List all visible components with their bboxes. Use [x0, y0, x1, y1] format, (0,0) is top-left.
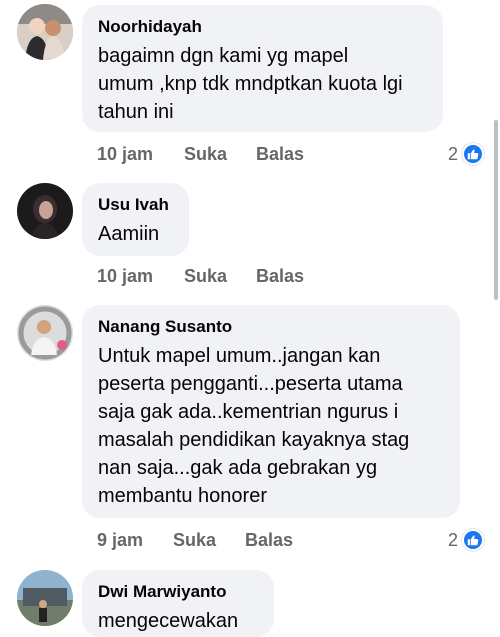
comment-text: Untuk mapel umum..jangan kan peserta pen… [98, 345, 410, 507]
reply-button[interactable]: Balas [256, 142, 304, 166]
comment-author[interactable]: Nanang Susanto [98, 316, 444, 338]
avatar-photo [17, 4, 73, 60]
reaction-number: 2 [447, 529, 458, 550]
comment-bubble: Noorhidayah bagaimn dgn kami yg mapel um… [82, 5, 443, 132]
like-button[interactable]: Suka [184, 264, 227, 288]
avatar-photo [17, 570, 73, 626]
comment-time[interactable]: 9 jam [97, 528, 143, 552]
avatar[interactable] [17, 570, 73, 626]
comment-text: Aamiin [98, 223, 160, 245]
reply-button[interactable]: Balas [256, 264, 304, 288]
reaction-count[interactable]: 2 [448, 141, 484, 167]
comment-bubble: Nanang Susanto Untuk mapel umum..jangan … [82, 305, 460, 518]
scrollbar[interactable] [494, 120, 498, 300]
comment-text: mengecewakan [98, 610, 239, 632]
reaction-number: 2 [447, 143, 458, 164]
avatar[interactable] [17, 305, 73, 361]
comment-time[interactable]: 10 jam [97, 142, 153, 166]
comment-author[interactable]: Noorhidayah [98, 16, 427, 38]
reaction-count[interactable]: 2 [448, 527, 484, 553]
thumbs-up-icon [462, 529, 484, 551]
reply-button[interactable]: Balas [245, 528, 293, 552]
avatar-photo [17, 305, 73, 361]
thumbs-up-icon [462, 143, 484, 165]
comment-bubble: Usu Ivah Aamiin [82, 183, 189, 256]
comment-author[interactable]: Usu Ivah [98, 194, 173, 216]
comment-author[interactable]: Dwi Marwiyanto [98, 581, 258, 603]
like-button[interactable]: Suka [173, 528, 216, 552]
comment-time[interactable]: 10 jam [97, 264, 153, 288]
like-button[interactable]: Suka [184, 142, 227, 166]
avatar[interactable] [17, 183, 73, 239]
avatar[interactable] [17, 4, 73, 60]
comment-bubble: Dwi Marwiyanto mengecewakan [82, 570, 274, 637]
avatar-photo [17, 183, 73, 239]
comment-text: bagaimn dgn kami yg mapel umum ,knp tdk … [98, 45, 403, 123]
